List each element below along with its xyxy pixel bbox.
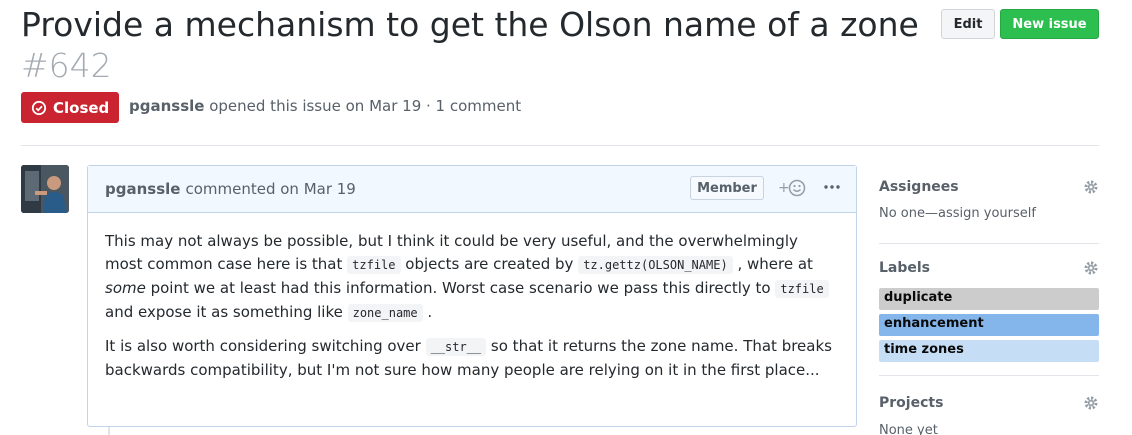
kebab-horizontal-icon[interactable] — [823, 176, 841, 198]
comment-text: , where at — [732, 255, 813, 273]
smiley-add-icon: + — [778, 179, 806, 197]
new-issue-button[interactable]: New issue — [1000, 9, 1099, 39]
comment-paragraph: It is also worth considering switching o… — [105, 335, 839, 382]
sidebar-divider — [879, 375, 1099, 376]
sidebar-projects: Projects None yet — [879, 393, 1099, 435]
label-time-zones[interactable]: time zones — [879, 340, 1099, 362]
avatar-image — [21, 165, 69, 213]
comment-paragraph: This may not always be possible, but I t… — [105, 230, 839, 325]
avatar[interactable] — [21, 165, 69, 213]
projects-none-text: None yet — [879, 423, 938, 435]
inline-code: tzfile — [347, 256, 401, 274]
label-list: duplicate enhancement time zones — [879, 288, 1099, 362]
comment-text: objects are created by — [400, 255, 579, 273]
comment-text: point we at least had this information. … — [145, 279, 776, 297]
sidebar-divider — [879, 243, 1099, 244]
inline-code: zone_name — [347, 304, 423, 322]
sidebar-labels: Labels duplicate enhancement time zones — [879, 258, 1099, 366]
issue-author-link[interactable]: pganssle — [129, 97, 204, 115]
status-label: Closed — [53, 98, 110, 117]
gear-icon[interactable] — [1083, 260, 1099, 276]
label-duplicate[interactable]: duplicate — [879, 288, 1099, 310]
comment-box: pganssle commented on Mar 19 Member + Th… — [87, 165, 857, 427]
assign-yourself-link[interactable]: No one—assign yourself — [879, 206, 1099, 221]
comment-timestamp[interactable]: commented on Mar 19 — [185, 180, 355, 198]
inline-code: __str__ — [425, 338, 487, 356]
issue-title-text: Provide a mechanism to get the Olson nam… — [21, 5, 919, 44]
assignees-heading[interactable]: Assignees — [879, 177, 1099, 197]
edit-button[interactable]: Edit — [941, 9, 995, 39]
comment-text: It is also worth considering switching o… — [105, 337, 426, 355]
labels-heading[interactable]: Labels — [879, 258, 1099, 278]
gear-icon[interactable] — [1083, 395, 1099, 411]
member-badge: Member — [690, 176, 764, 200]
comment-emphasis: some — [105, 279, 146, 297]
header-divider — [21, 145, 1099, 146]
inline-code: tz.gettz(OLSON_NAME) — [578, 256, 733, 274]
issue-number: #642 — [21, 46, 112, 85]
sidebar-assignees: Assignees No one—assign yourself — [879, 177, 1099, 221]
add-reaction-button[interactable]: + — [778, 177, 812, 199]
status-badge: Closed — [21, 92, 119, 123]
gear-icon[interactable] — [1083, 179, 1099, 195]
projects-heading[interactable]: Projects — [879, 393, 1099, 413]
labels-heading-label: Labels — [879, 260, 931, 276]
timeline-line — [108, 427, 110, 435]
issue-meta-text: opened this issue on Mar 19 · 1 comment — [209, 97, 522, 115]
label-enhancement[interactable]: enhancement — [879, 314, 1099, 336]
issue-meta: pganssle opened this issue on Mar 19 · 1… — [129, 97, 521, 115]
assignees-heading-label: Assignees — [879, 179, 959, 195]
svg-text:+: + — [778, 180, 790, 196]
comment-author-link[interactable]: pganssle — [105, 180, 180, 198]
comment-body: This may not always be possible, but I t… — [88, 213, 856, 382]
issue-closed-icon — [31, 100, 47, 115]
comment-header: pganssle commented on Mar 19 Member + — [88, 166, 856, 213]
comment-text: and expose it as something like — [105, 303, 348, 321]
issue-title: Provide a mechanism to get the Olson nam… — [21, 4, 921, 86]
inline-code: tzfile — [775, 280, 829, 298]
comment-text: . — [422, 303, 433, 321]
projects-heading-label: Projects — [879, 395, 944, 411]
